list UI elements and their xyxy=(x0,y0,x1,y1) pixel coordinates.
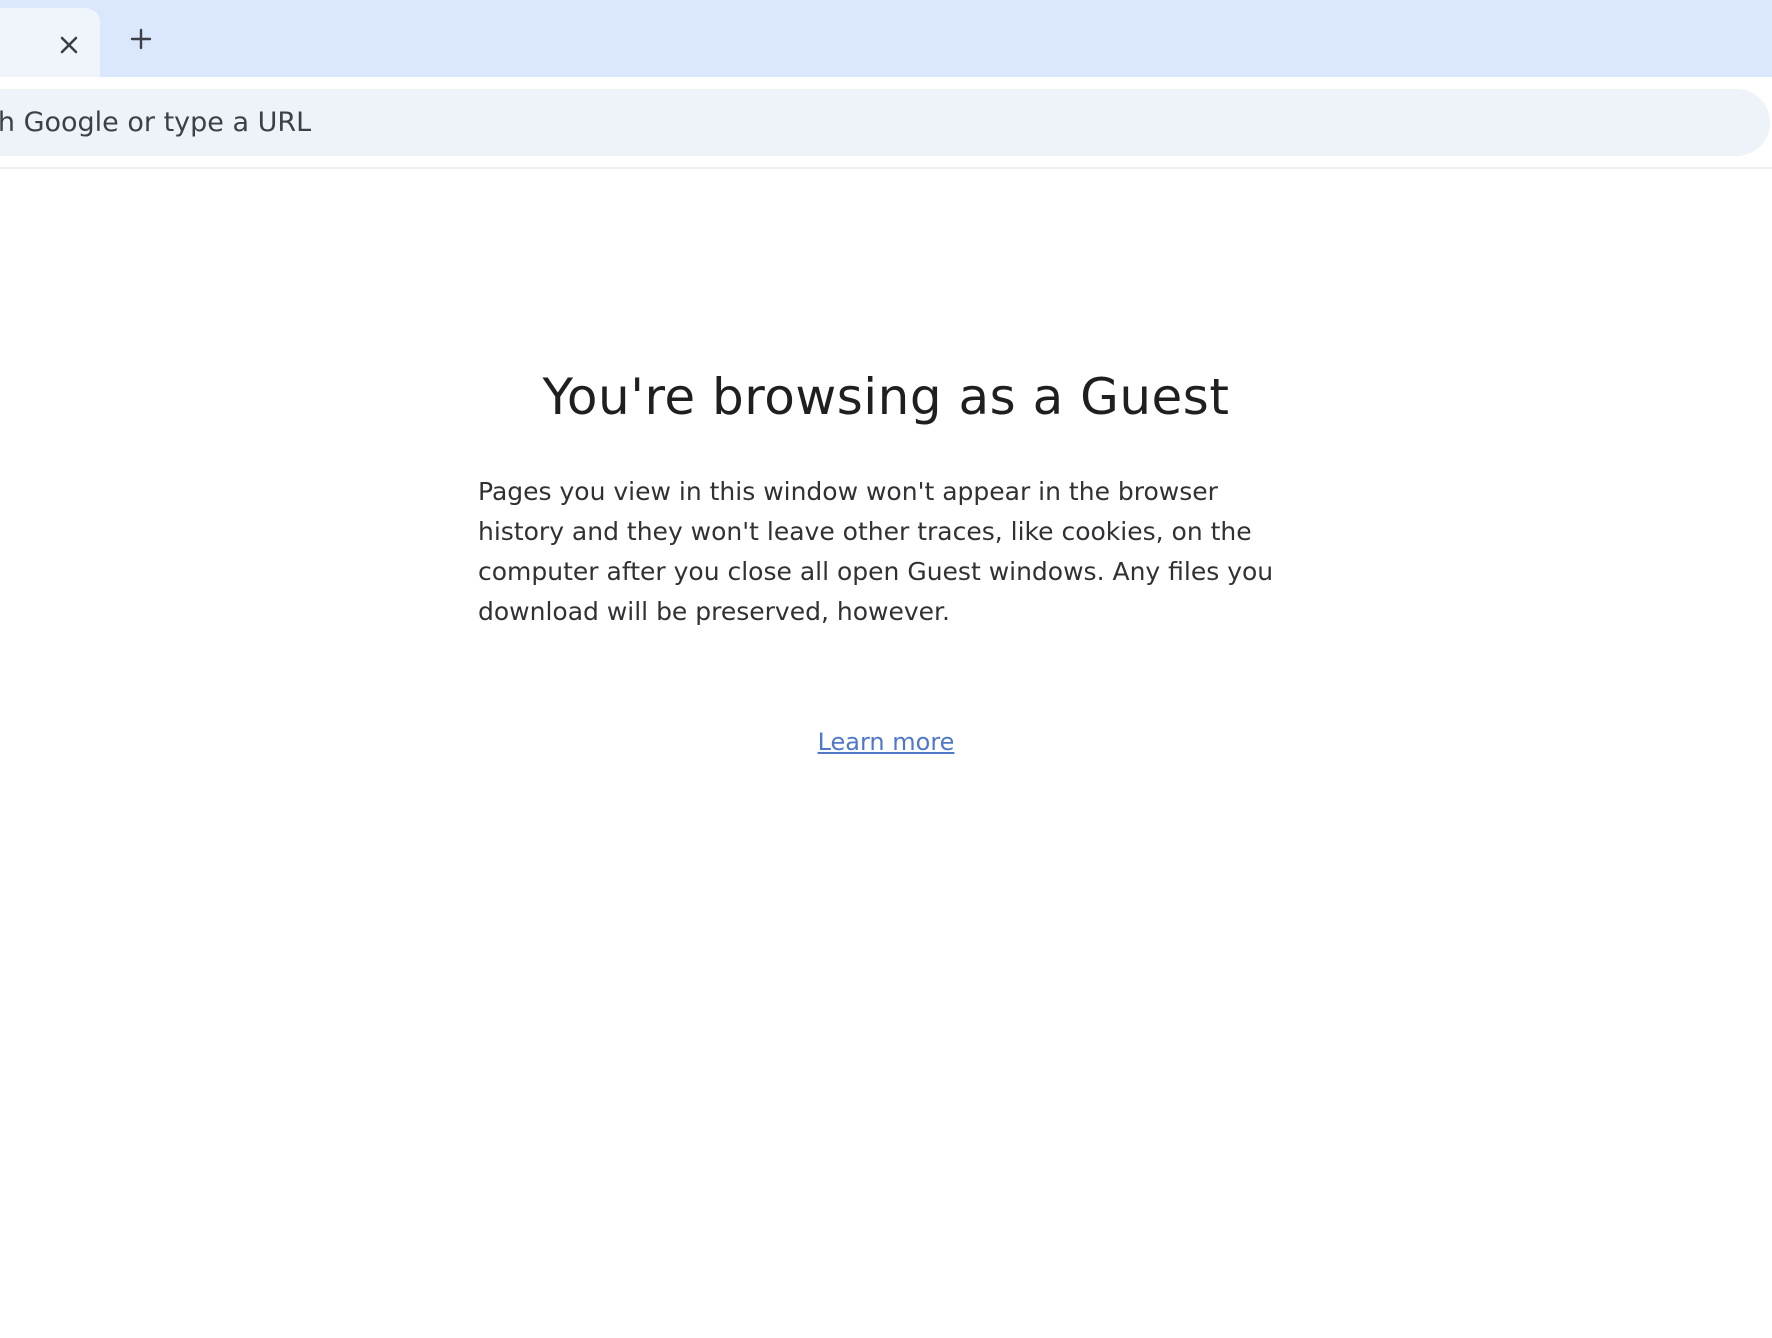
toolbar: Search Google or type a URL xyxy=(0,77,1772,169)
learn-more-container: Learn more xyxy=(0,728,1772,756)
guest-page: You're browsing as a Guest Pages you vie… xyxy=(0,170,1772,1338)
guest-description: Pages you view in this window won't appe… xyxy=(478,477,1274,626)
active-tab[interactable] xyxy=(0,8,100,77)
learn-more-link[interactable]: Learn more xyxy=(818,728,955,756)
close-icon[interactable] xyxy=(59,35,79,55)
page-title: You're browsing as a Guest xyxy=(542,368,1230,426)
omnibox-placeholder-cut: Search xyxy=(0,107,15,138)
plus-icon[interactable] xyxy=(129,27,153,51)
browser-window: Search Google or type a URL You're brows… xyxy=(0,0,1772,1338)
tab-close-button[interactable] xyxy=(52,28,86,62)
tab-strip xyxy=(0,0,1772,77)
omnibox[interactable]: Search Google or type a URL xyxy=(0,89,1770,156)
new-tab-button[interactable] xyxy=(122,20,160,58)
omnibox-placeholder-visible: Google or type a URL xyxy=(15,107,312,138)
omnibox-placeholder[interactable]: Search Google or type a URL xyxy=(0,89,311,156)
